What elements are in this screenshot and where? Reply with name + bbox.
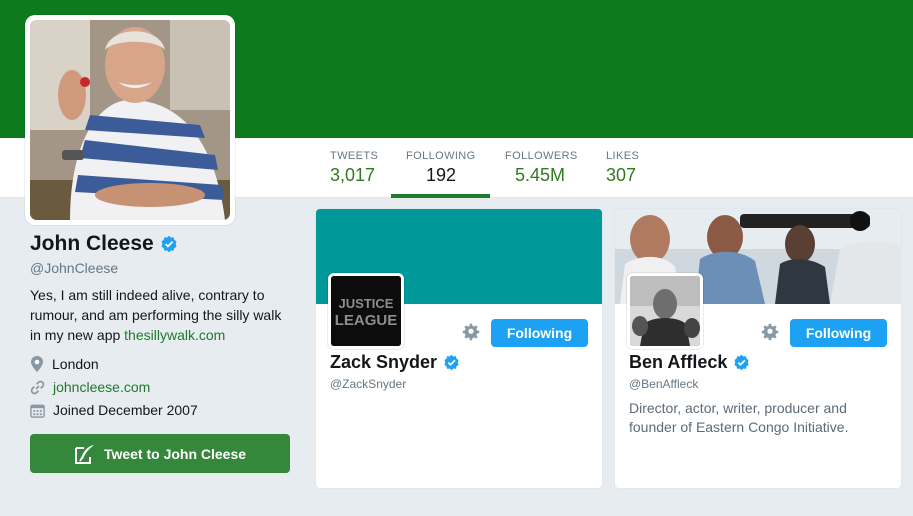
verified-badge-icon — [734, 354, 749, 371]
profile-card-zack-snyder[interactable]: JUSTICE LEAGUE Following Zack Snyder @Za… — [315, 208, 603, 489]
profile-card-ben-affleck[interactable]: Following Ben Affleck @BenAffleck Direct… — [614, 208, 902, 489]
joined-text: Joined December 2007 — [53, 402, 198, 418]
tweet-to-label: Tweet to John Cleese — [103, 445, 247, 462]
location-pin-icon — [31, 356, 43, 372]
profile-bio: Yes, I am still indeed alive, contrary t… — [30, 285, 295, 345]
profile-joined: Joined December 2007 — [30, 402, 198, 418]
card-name-row: Ben Affleck — [629, 352, 750, 373]
profile-name-row: John Cleese — [30, 232, 300, 256]
card-handle[interactable]: @ZackSnyder — [330, 377, 406, 391]
following-button[interactable]: Following — [491, 319, 588, 347]
stat-value: 192 — [426, 165, 457, 185]
stat-following[interactable]: FOLLOWING 192 — [391, 150, 490, 198]
bio-link[interactable]: thesillywalk.com — [124, 327, 225, 343]
stat-value: 307 — [606, 165, 637, 185]
card-name[interactable]: Zack Snyder — [330, 352, 437, 373]
stat-followers[interactable]: FOLLOWERS 5.45M — [505, 150, 578, 198]
stat-value: 3,017 — [330, 165, 376, 185]
card-avatar[interactable]: JUSTICE LEAGUE — [328, 273, 404, 349]
location-text: London — [52, 356, 99, 372]
profile-location: London — [30, 356, 99, 372]
card-avatar[interactable] — [627, 273, 703, 349]
stat-value: 5.45M — [515, 165, 566, 185]
verified-badge-icon — [161, 235, 177, 253]
following-button[interactable]: Following — [790, 319, 887, 347]
card-handle[interactable]: @BenAffleck — [629, 377, 698, 391]
calendar-icon — [30, 404, 45, 418]
profile-website: johncleese.com — [30, 379, 150, 395]
profile-name[interactable]: John Cleese — [30, 232, 154, 256]
profile-avatar[interactable] — [25, 15, 235, 225]
avatar-logo-text-1: JUSTICE — [339, 296, 394, 311]
card-name-row: Zack Snyder — [330, 352, 460, 373]
gear-icon[interactable] — [462, 323, 480, 341]
quill-icon — [74, 444, 94, 464]
tweet-to-button[interactable]: Tweet to John Cleese — [30, 434, 290, 473]
stat-label: TWEETS — [330, 150, 379, 162]
link-icon — [30, 380, 45, 394]
website-link[interactable]: johncleese.com — [53, 379, 150, 395]
gear-icon[interactable] — [761, 323, 779, 341]
profile-handle[interactable]: @JohnCleese — [30, 260, 300, 276]
stat-tweets[interactable]: TWEETS 3,017 — [330, 150, 378, 198]
card-name[interactable]: Ben Affleck — [629, 352, 727, 373]
stat-likes[interactable]: LIKES 307 — [606, 150, 639, 198]
card-bio: Director, actor, writer, producer and fo… — [629, 400, 849, 435]
stat-label: FOLLOWERS — [505, 150, 578, 162]
verified-badge-icon — [444, 354, 459, 371]
stat-label: FOLLOWING — [406, 150, 476, 162]
stat-label: LIKES — [606, 150, 640, 162]
avatar-logo-text-2: LEAGUE — [335, 312, 398, 329]
avatar-image — [30, 20, 230, 220]
